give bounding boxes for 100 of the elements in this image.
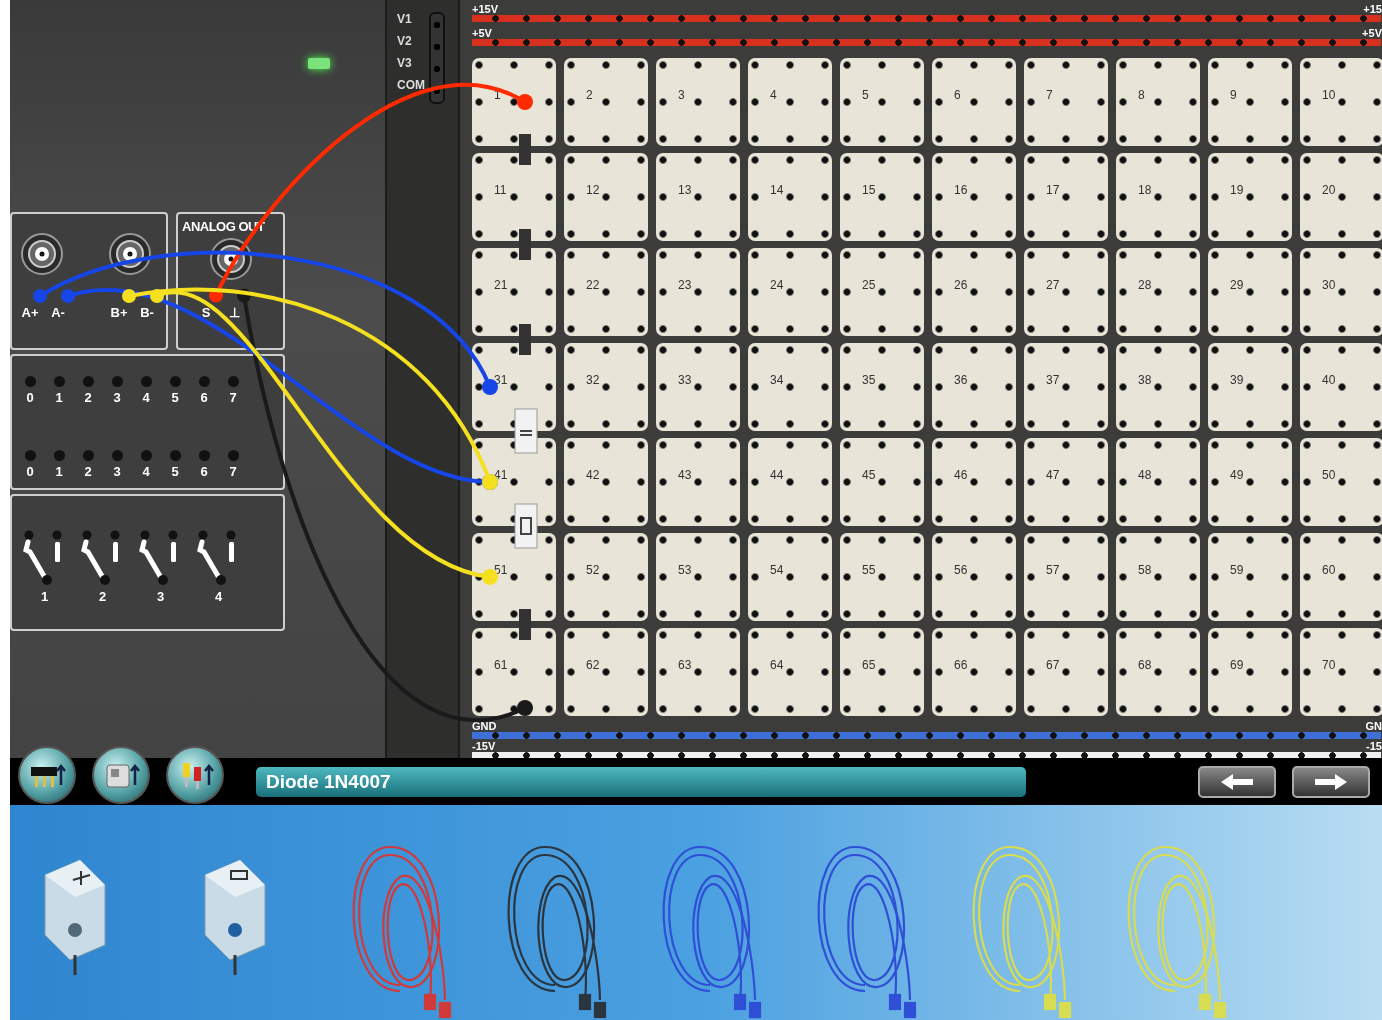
cell-number: 70 xyxy=(1322,657,1336,674)
digital-jack[interactable] xyxy=(24,450,36,461)
cell-number: 46 xyxy=(954,467,968,484)
cell-number: 59 xyxy=(1230,562,1244,579)
digital-jack[interactable] xyxy=(82,376,94,387)
cell-number: 17 xyxy=(1046,182,1060,199)
cell-number: 64 xyxy=(770,657,784,674)
jumper-link[interactable] xyxy=(519,324,531,355)
toggle-switch-icon xyxy=(22,530,64,586)
cell-number: 53 xyxy=(678,562,692,579)
cell-number: 42 xyxy=(586,467,600,484)
terminal-label: A+ xyxy=(21,306,39,319)
cell-number: 48 xyxy=(1138,467,1152,484)
pin-label: 7 xyxy=(229,465,237,478)
bnc-connector-icon xyxy=(208,236,253,281)
cell-number: 27 xyxy=(1046,277,1060,294)
cell-number: 26 xyxy=(954,277,968,294)
cell-number: 14 xyxy=(770,182,784,199)
digital-jack[interactable] xyxy=(53,376,65,387)
cell-number: 10 xyxy=(1322,87,1336,104)
pin-label: 2 xyxy=(84,465,92,478)
toggle-switch-icon xyxy=(138,530,180,586)
cell-number: 15 xyxy=(862,182,876,199)
digital-jack[interactable] xyxy=(169,376,181,387)
cell-number: 41 xyxy=(494,467,508,484)
cell-number: 38 xyxy=(1138,372,1152,389)
supply-label: COM xyxy=(397,77,425,94)
pin-label: 1 xyxy=(55,465,63,478)
forward-button[interactable] xyxy=(1292,765,1370,798)
cell-number: 61 xyxy=(494,657,508,674)
rail-label: GN xyxy=(1365,720,1382,732)
pin-label: 6 xyxy=(200,465,208,478)
supply-label: V1 xyxy=(397,11,413,28)
terminal-label: B+ xyxy=(110,306,128,319)
cell-number: 28 xyxy=(1138,277,1152,294)
digital-jack[interactable] xyxy=(111,450,123,461)
cell-number: 67 xyxy=(1046,657,1060,674)
cell-number: 39 xyxy=(1230,372,1244,389)
rail-label: +5V xyxy=(472,27,492,39)
switch-label: 2 xyxy=(99,590,108,603)
capacitor-part[interactable] xyxy=(514,408,538,454)
diode-part[interactable] xyxy=(514,503,538,549)
pin-label: 0 xyxy=(26,465,34,478)
toggle-switch-icon xyxy=(196,530,238,586)
terminal-label: S xyxy=(201,305,211,319)
jumper-link[interactable] xyxy=(519,229,531,260)
cell-number: 8 xyxy=(1138,87,1145,104)
digital-jack[interactable] xyxy=(82,450,94,461)
cell-number: 9 xyxy=(1230,87,1237,104)
cell-number: 11 xyxy=(494,182,507,199)
jumper-link[interactable] xyxy=(519,134,531,165)
cell-number: 33 xyxy=(678,372,692,389)
digital-jack[interactable] xyxy=(24,376,36,387)
cell-number: 23 xyxy=(678,277,692,294)
bnc-connector-icon xyxy=(20,232,64,276)
pin-label: 4 xyxy=(142,391,150,404)
supply-label: V3 xyxy=(397,55,413,72)
cell-number: 32 xyxy=(586,372,600,389)
pin-label: 1 xyxy=(55,391,63,404)
digital-jack[interactable] xyxy=(140,376,152,387)
cell-number: 55 xyxy=(862,562,876,579)
digital-jack[interactable] xyxy=(198,376,210,387)
cell-number: 52 xyxy=(586,562,600,579)
pin-label: 2 xyxy=(84,391,92,404)
cell-number: 45 xyxy=(862,467,876,484)
digital-jack[interactable] xyxy=(227,376,239,387)
switch-label: 3 xyxy=(157,590,166,603)
pin-label: 3 xyxy=(113,391,121,404)
digital-jack[interactable] xyxy=(111,376,123,387)
cell-number: 69 xyxy=(1230,657,1244,674)
digital-jack[interactable] xyxy=(227,450,239,461)
digital-jack[interactable] xyxy=(198,450,210,461)
cell-number: 12 xyxy=(586,182,600,199)
switch-label: 4 xyxy=(215,590,224,603)
terminal-label: ⊥ xyxy=(228,305,240,319)
cell-number: 18 xyxy=(1138,182,1152,199)
switch-label: 1 xyxy=(41,590,50,603)
cell-number: 58 xyxy=(1138,562,1152,579)
rail-label: GND xyxy=(472,720,497,732)
component-title-bar: Diode 1N4007 xyxy=(256,766,1026,797)
jumper-link[interactable] xyxy=(519,609,531,640)
cell-number: 63 xyxy=(678,657,692,674)
pin-label: 5 xyxy=(171,391,179,404)
digital-jack[interactable] xyxy=(53,450,65,461)
digital-jack[interactable] xyxy=(169,450,181,461)
cell-number: 43 xyxy=(678,467,692,484)
cell-number: 4 xyxy=(770,87,777,104)
cell-number: 30 xyxy=(1322,277,1336,294)
digital-jack[interactable] xyxy=(140,450,152,461)
cell-number: 24 xyxy=(770,277,784,294)
cell-number: 19 xyxy=(1230,182,1244,199)
cell-number: 50 xyxy=(1322,467,1336,484)
pin-label: 4 xyxy=(142,465,150,478)
cell-number: 47 xyxy=(1046,467,1060,484)
back-button[interactable] xyxy=(1198,765,1276,798)
cell-number: 60 xyxy=(1322,562,1336,579)
pin-label: 3 xyxy=(113,465,121,478)
cell-number: 20 xyxy=(1322,182,1336,199)
cell-number: 3 xyxy=(678,87,685,104)
cell-number: 37 xyxy=(1046,372,1060,389)
